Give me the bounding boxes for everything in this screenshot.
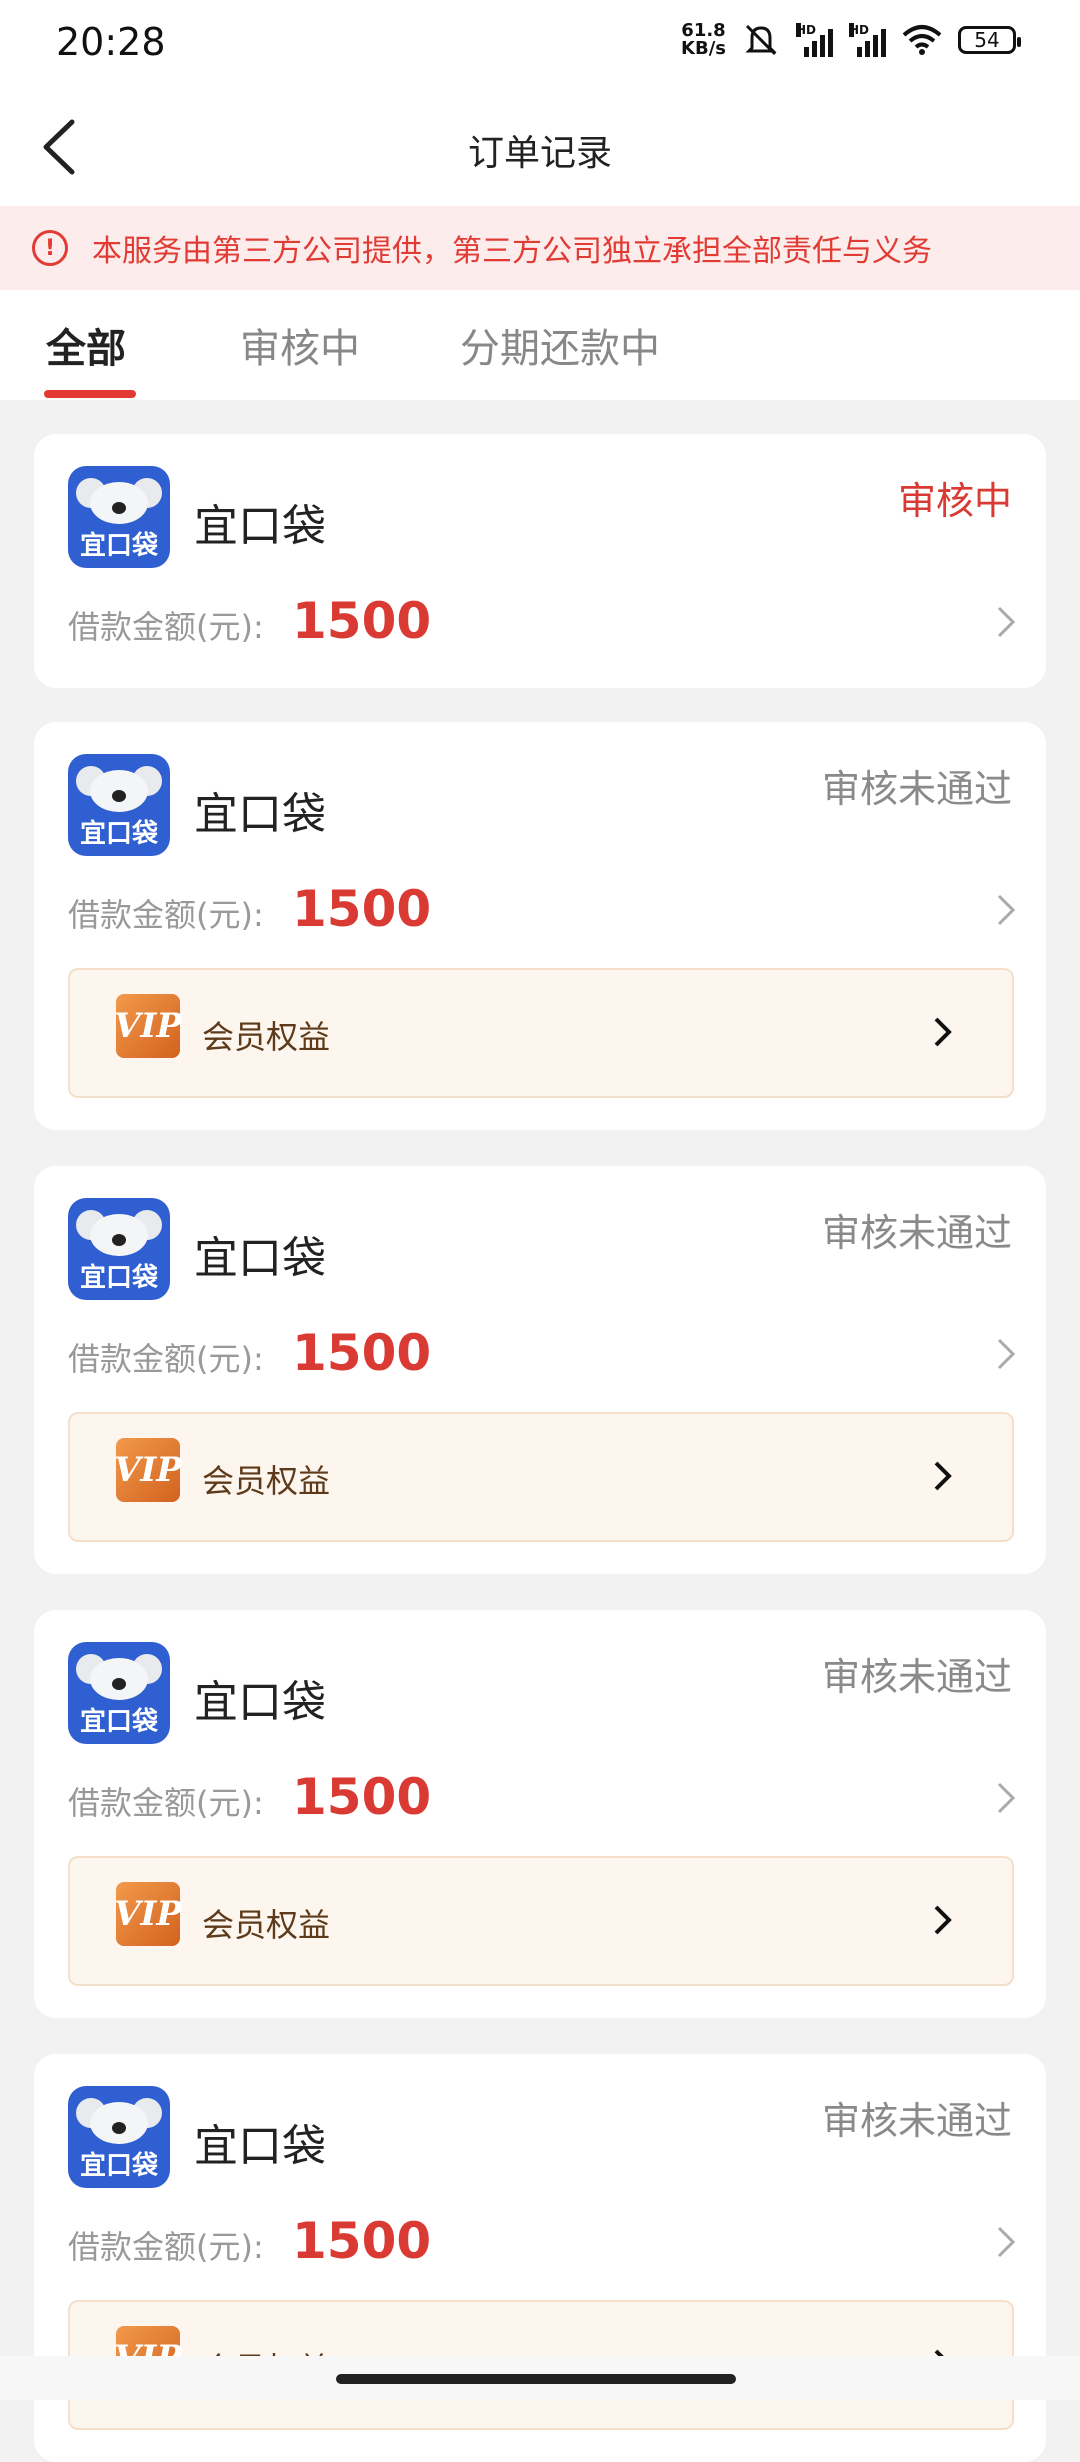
page-title: 订单记录 xyxy=(467,133,612,174)
app-name: 宜口袋 xyxy=(194,501,326,552)
app-logo: 宜口袋 xyxy=(68,1198,170,1300)
member-benefits-button[interactable]: VIP 会员权益 xyxy=(68,1412,1014,1542)
tab-bar: 全部 审核中 分期还款中 xyxy=(0,290,1080,400)
chevron-right-icon[interactable] xyxy=(994,602,1018,642)
amount-value: 1500 xyxy=(292,2212,432,2270)
nav-bar: 订单记录 xyxy=(0,88,1080,206)
order-card[interactable]: 宜口袋 宜口袋 审核未通过 借款金额(元): 1500 VIP 会员权益 xyxy=(34,722,1046,1130)
status-badge: 审核未通过 xyxy=(821,2099,1012,2143)
app-logo: 宜口袋 xyxy=(68,466,170,568)
amount-label: 借款金额(元): xyxy=(68,896,264,934)
alert-icon: ! xyxy=(32,230,68,266)
amount-value: 1500 xyxy=(292,880,432,938)
chevron-right-icon xyxy=(934,1461,952,1491)
chevron-right-icon[interactable] xyxy=(994,1334,1018,1374)
status-time: 20:28 xyxy=(56,20,166,64)
app-logo: 宜口袋 xyxy=(68,2086,170,2188)
app-name: 宜口袋 xyxy=(194,2121,326,2172)
signal-icon-2: HD xyxy=(849,23,886,57)
app-name: 宜口袋 xyxy=(194,789,326,840)
member-benefits-button[interactable]: VIP 会员权益 xyxy=(68,968,1014,1098)
tab-installment[interactable]: 分期还款中 xyxy=(460,316,660,374)
amount-label: 借款金额(元): xyxy=(68,2228,264,2266)
tab-all[interactable]: 全部 xyxy=(46,316,126,374)
chevron-right-icon[interactable] xyxy=(994,1778,1018,1818)
status-bar: 20:28 61.8 KB/s HD HD 54 xyxy=(0,0,1080,88)
battery-icon: 54 xyxy=(958,26,1021,54)
amount-value: 1500 xyxy=(292,1324,432,1382)
order-card[interactable]: 宜口袋 宜口袋 审核未通过 借款金额(元): 1500 VIP 会员权益 xyxy=(34,1166,1046,1574)
signal-icon-1: HD xyxy=(796,23,833,57)
amount-value: 1500 xyxy=(292,1768,432,1826)
chevron-right-icon[interactable] xyxy=(994,2222,1018,2262)
vip-icon: VIP xyxy=(114,1882,182,1946)
notice-text: 本服务由第三方公司提供，第三方公司独立承担全部责任与义务 xyxy=(92,234,932,269)
member-benefits-label: 会员权益 xyxy=(202,1018,331,1056)
member-benefits-label: 会员权益 xyxy=(202,1906,331,1944)
order-card[interactable]: 宜口袋 宜口袋 审核未通过 借款金额(元): 1500 VIP 会员权益 xyxy=(34,2054,1046,2462)
status-icons: 61.8 KB/s HD HD 54 xyxy=(681,20,1021,59)
amount-label: 借款金额(元): xyxy=(68,608,264,646)
app-logo: 宜口袋 xyxy=(68,1642,170,1744)
amount-label: 借款金额(元): xyxy=(68,1340,264,1378)
vip-icon: VIP xyxy=(114,994,182,1058)
home-indicator[interactable] xyxy=(336,2374,736,2384)
status-badge: 审核未通过 xyxy=(821,1211,1012,1255)
order-card[interactable]: 宜口袋 宜口袋 审核中 借款金额(元): 1500 xyxy=(34,434,1046,688)
member-benefits-label: 会员权益 xyxy=(202,1462,331,1500)
chevron-right-icon xyxy=(934,1017,952,1047)
wifi-icon xyxy=(902,25,942,55)
chevron-right-icon xyxy=(934,1905,952,1935)
tab-active-indicator xyxy=(44,390,136,398)
status-badge: 审核未通过 xyxy=(821,1655,1012,1699)
status-badge: 审核中 xyxy=(897,479,1012,523)
app-logo: 宜口袋 xyxy=(68,754,170,856)
vip-icon: VIP xyxy=(114,1438,182,1502)
app-name: 宜口袋 xyxy=(194,1233,326,1284)
notice-banner: ! 本服务由第三方公司提供，第三方公司独立承担全部责任与义务 xyxy=(0,206,1080,290)
tab-reviewing[interactable]: 审核中 xyxy=(240,316,360,374)
order-card[interactable]: 宜口袋 宜口袋 审核未通过 借款金额(元): 1500 VIP 会员权益 xyxy=(34,1610,1046,2018)
network-speed: 61.8 KB/s xyxy=(681,20,726,59)
amount-label: 借款金额(元): xyxy=(68,1784,264,1822)
chevron-right-icon[interactable] xyxy=(994,890,1018,930)
amount-value: 1500 xyxy=(292,592,432,650)
mute-icon xyxy=(745,24,777,56)
member-benefits-button[interactable]: VIP 会员权益 xyxy=(68,1856,1014,1986)
status-badge: 审核未通过 xyxy=(821,767,1012,811)
app-name: 宜口袋 xyxy=(194,1677,326,1728)
